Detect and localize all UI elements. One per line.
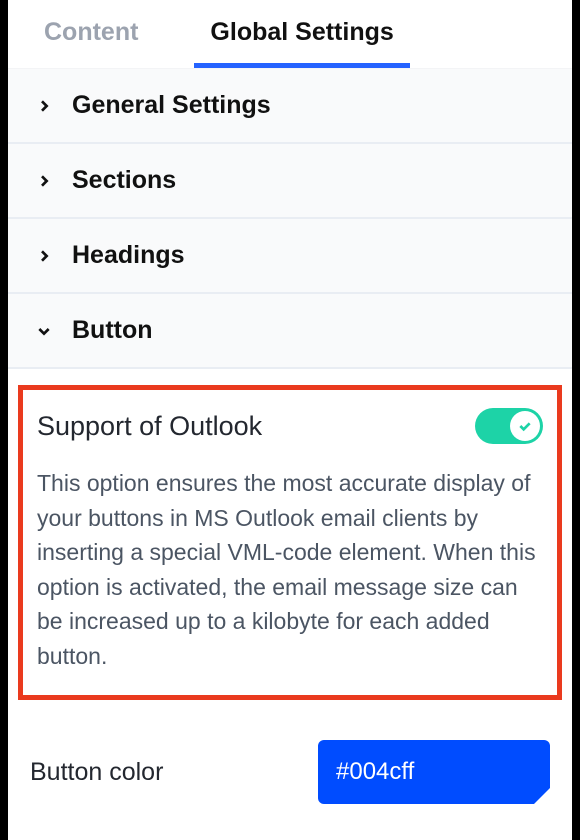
accordion-item-headings[interactable]: Headings [8,219,572,294]
chevron-right-icon [36,173,52,189]
tab-content[interactable]: Content [28,0,154,68]
chevron-right-icon [36,98,52,114]
accordion-label: General Settings [72,91,271,120]
resize-corner-icon [534,788,550,804]
tabs-bar: Content Global Settings [8,0,572,69]
outlook-support-section: Support of Outlook This option ensures t… [18,385,562,700]
accordion-label: Sections [72,166,176,195]
toggle-knob [510,411,540,441]
accordion-item-button[interactable]: Button [8,294,572,369]
accordion-item-general[interactable]: General Settings [8,69,572,144]
check-icon [517,418,533,434]
chevron-right-icon [36,248,52,264]
outlook-title: Support of Outlook [37,411,262,442]
button-color-value: #004cff [336,758,414,786]
accordion-label: Headings [72,241,185,270]
outlook-header: Support of Outlook [37,408,543,444]
accordion-item-sections[interactable]: Sections [8,144,572,219]
accordion: General Settings Sections Headings Butto… [8,69,572,369]
button-color-row: Button color #004cff [8,700,572,804]
outlook-description: This option ensures the most accurate di… [37,466,543,673]
button-color-swatch[interactable]: #004cff [318,740,550,804]
tab-global-settings[interactable]: Global Settings [194,0,409,68]
chevron-down-icon [36,323,52,339]
button-color-label: Button color [30,758,163,787]
outlook-toggle[interactable] [475,408,543,444]
accordion-label: Button [72,316,153,345]
